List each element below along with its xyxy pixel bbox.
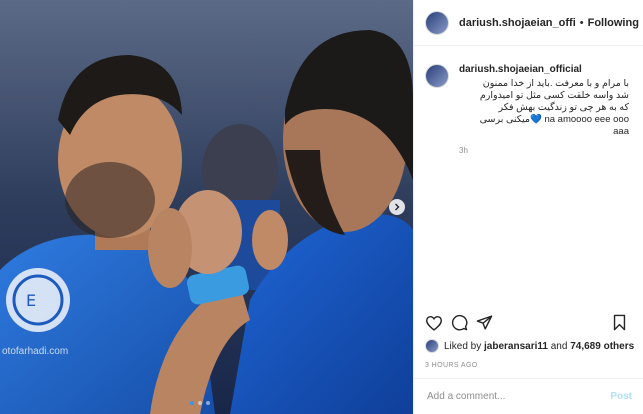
liker-username[interactable]: jaberansari11 [484,341,548,352]
comment-icon [451,314,468,331]
header-separator: • [579,16,584,29]
instagram-post: E otofarhadi.com dariush.shojaeian_offi … [0,0,643,414]
action-bar [425,314,635,331]
likes-connector: and [550,340,568,352]
header-username[interactable]: dariush.shojaeian_offi [459,17,576,29]
slide-indicator [190,401,210,405]
slide-dot [198,401,202,405]
bookmark-icon [613,314,626,331]
post-sidebar: dariush.shojaeian_offi • Following dariu… [413,0,643,414]
save-button[interactable] [612,314,627,331]
heart-icon [425,315,443,331]
caption-text: با مرام و با معرفت .باید از خدا ممنون شد… [479,78,629,137]
comment-input[interactable] [425,390,611,403]
post-timestamp[interactable]: 3 HOURS AGO [425,362,478,369]
caption: dariush.shojaeian_official با مرام و با … [425,64,635,155]
likes-count[interactable]: 74,689 others [570,341,634,352]
share-button[interactable] [476,314,493,331]
likes-summary: Liked by jaberansari11 and 74,689 others [425,339,634,353]
svg-text:E: E [26,291,36,310]
liker-avatar[interactable] [425,339,439,353]
next-slide-button[interactable] [389,199,405,215]
comment-button[interactable] [451,314,468,331]
likes-prefix: Liked by [444,340,482,352]
like-button[interactable] [425,315,443,331]
caption-username[interactable]: dariush.shojaeian_official [459,64,629,75]
share-icon [476,315,493,330]
caption-body: dariush.shojaeian_official با مرام و با … [459,64,629,155]
caption-time[interactable]: 3h [459,146,629,155]
post-photo[interactable]: E otofarhadi.com [0,0,413,414]
avatar[interactable] [425,10,449,35]
photo-watermark: otofarhadi.com [2,346,69,357]
caption-avatar[interactable] [425,64,449,88]
slide-dot [190,401,194,405]
post-comment-button[interactable]: Post [610,391,632,402]
add-comment-bar: Post [414,378,643,414]
following-button[interactable]: Following [588,17,639,29]
chevron-right-icon [395,203,400,211]
post-header: dariush.shojaeian_offi • Following [414,0,643,46]
slide-dot [206,401,210,405]
